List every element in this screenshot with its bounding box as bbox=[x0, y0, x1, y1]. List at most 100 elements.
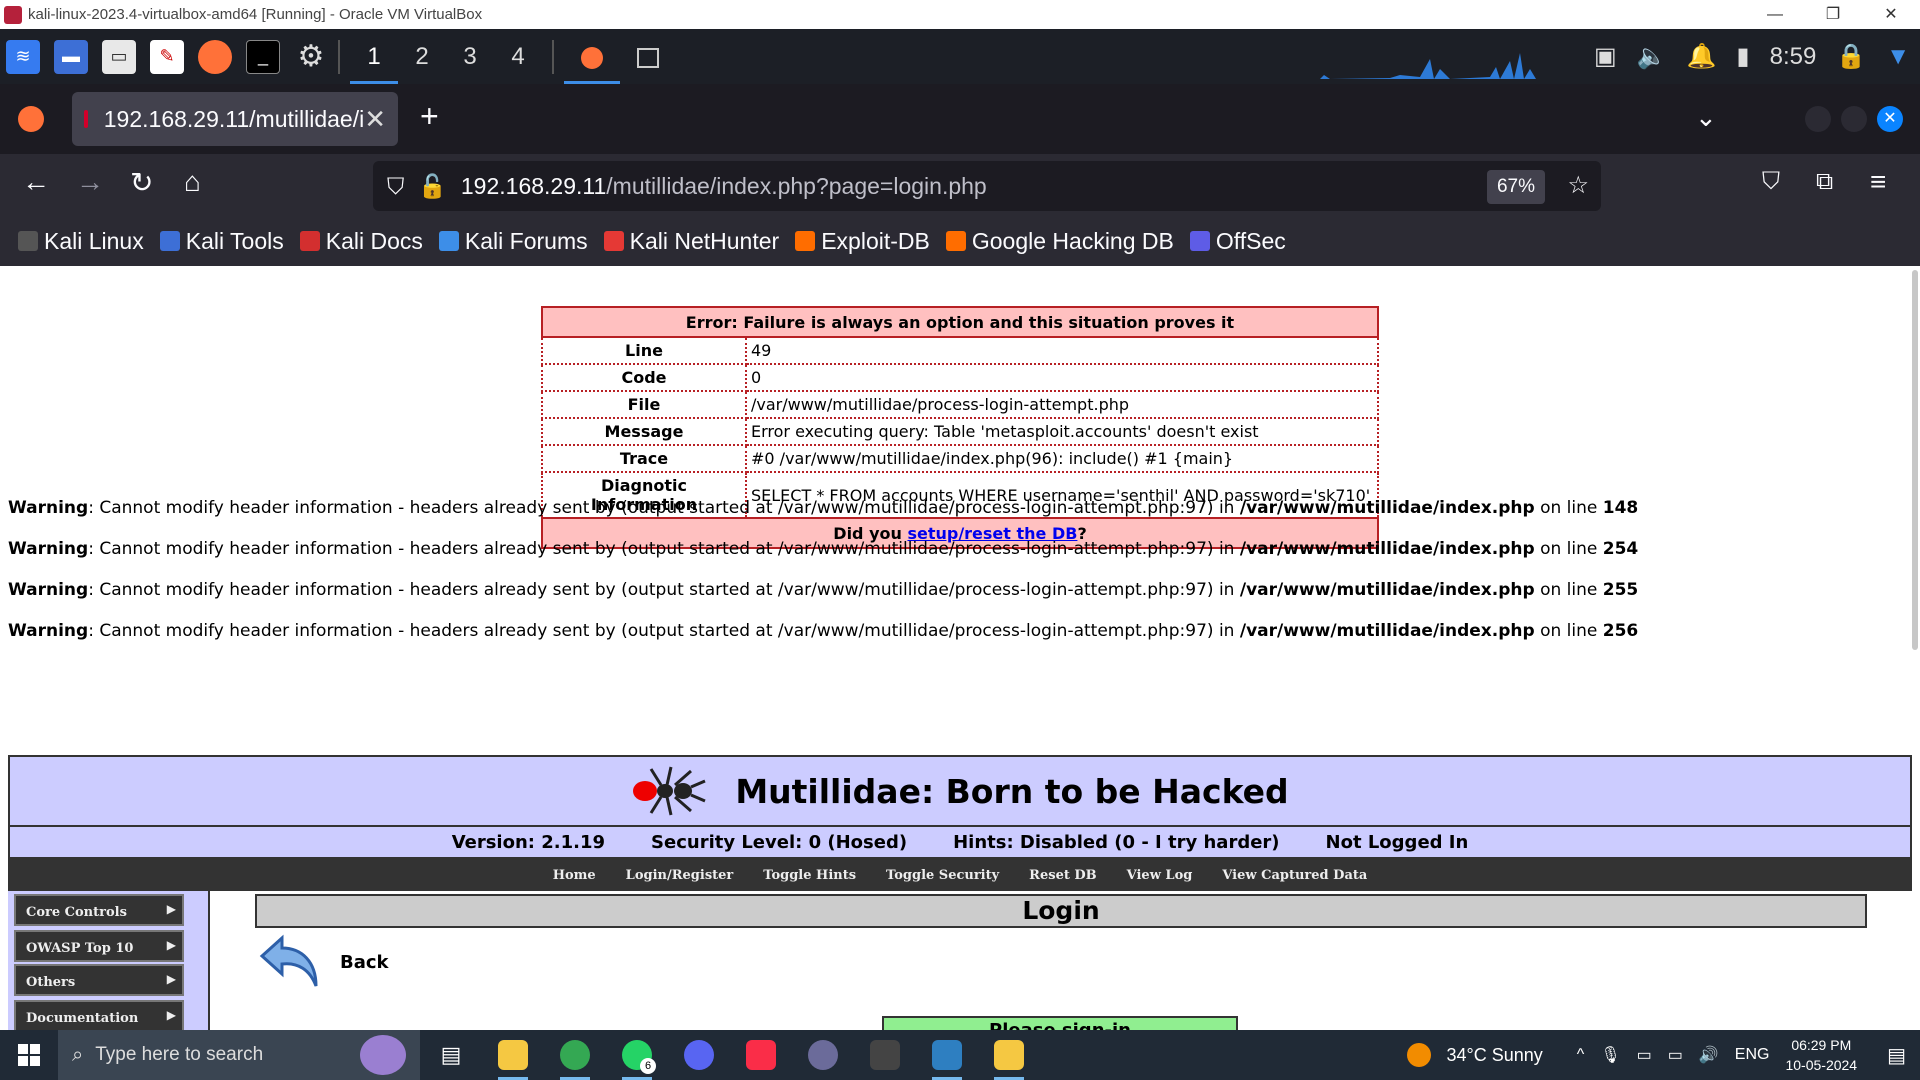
ghdb-icon bbox=[945, 231, 966, 251]
notifications-bell-icon[interactable]: 🔔 bbox=[1687, 42, 1717, 71]
taskbar-sticky-folder[interactable] bbox=[978, 1030, 1040, 1080]
battery-icon[interactable]: ▭ bbox=[1637, 1045, 1652, 1065]
taskbar-chrome[interactable] bbox=[544, 1030, 606, 1080]
side-item-documentation[interactable]: Documentation ▶ bbox=[14, 1000, 184, 1030]
insecure-lock-icon[interactable]: 🔓 bbox=[418, 173, 447, 200]
discord-icon bbox=[684, 1040, 714, 1070]
taskbar-app-swirl[interactable] bbox=[792, 1030, 854, 1080]
display-icon[interactable]: ▣ bbox=[1594, 42, 1617, 71]
show-desktop-icon[interactable]: ▬ bbox=[54, 39, 88, 74]
forward-arrow-icon[interactable]: → bbox=[76, 166, 104, 198]
battery-icon[interactable]: ▮ bbox=[1736, 42, 1749, 71]
task-view-button[interactable]: ▤ bbox=[420, 1030, 482, 1080]
microphone-icon[interactable]: 🎙 bbox=[1600, 1045, 1620, 1065]
language-indicator[interactable]: ENG bbox=[1735, 1046, 1770, 1064]
workspace-1[interactable]: 1 bbox=[350, 29, 398, 84]
taskbar-app-hex[interactable] bbox=[854, 1030, 916, 1080]
bookmark-kali-forums[interactable]: Kali Forums bbox=[438, 228, 588, 255]
network-icon[interactable]: ▭ bbox=[1668, 1045, 1683, 1065]
bookmark-kali-tools[interactable]: Kali Tools bbox=[159, 228, 284, 255]
close-window-button[interactable]: ✕ bbox=[1862, 0, 1920, 29]
panel-clock[interactable]: 8:59 bbox=[1770, 43, 1817, 71]
pocket-icon[interactable]: ⛉ bbox=[1762, 168, 1780, 196]
side-item-owasp-top-10[interactable]: OWASP Top 10 ▶ bbox=[14, 930, 184, 962]
firefox-window-button[interactable] bbox=[564, 29, 620, 84]
settings-gear-icon[interactable]: ⚙ bbox=[294, 40, 328, 74]
text-editor-icon[interactable]: ✎ bbox=[150, 39, 184, 74]
submenu-arrow-icon: ▶ bbox=[166, 972, 176, 986]
lock-icon[interactable]: 🔒 bbox=[1836, 42, 1866, 71]
minimize-button[interactable]: — bbox=[1746, 0, 1804, 29]
extensions-icon[interactable]: ⧉ bbox=[1816, 168, 1833, 196]
reload-icon[interactable]: ↻ bbox=[130, 166, 153, 199]
kali-menu-icon[interactable]: ≋ bbox=[6, 39, 40, 74]
login-page-title: Login bbox=[255, 894, 1867, 928]
minimize-browser-button[interactable] bbox=[1805, 106, 1831, 132]
status-bar: Version: 2.1.19 Security Level: 0 (Hosed… bbox=[8, 827, 1912, 859]
side-item-others[interactable]: Others ▶ bbox=[14, 964, 184, 996]
bookmark-exploit-db[interactable]: Exploit-DB bbox=[795, 228, 930, 255]
workspace-3[interactable]: 3 bbox=[446, 29, 494, 84]
maximize-browser-button[interactable] bbox=[1841, 106, 1867, 132]
menu-view-log[interactable]: View Log bbox=[1127, 868, 1193, 883]
side-item-core-controls[interactable]: Core Controls ▶ bbox=[14, 894, 184, 926]
new-tab-button[interactable]: + bbox=[420, 98, 439, 135]
zoom-level-button[interactable]: 67% bbox=[1486, 170, 1545, 204]
nethunter-icon bbox=[603, 231, 624, 251]
back-label: Back bbox=[340, 951, 389, 973]
workspace-4[interactable]: 4 bbox=[494, 29, 542, 84]
home-icon[interactable]: ⌂ bbox=[184, 166, 201, 198]
chrome-icon bbox=[560, 1040, 590, 1070]
bookmark-star-icon[interactable]: ☆ bbox=[1567, 171, 1589, 200]
tracking-protection-shield-icon[interactable]: ⛉ bbox=[387, 173, 404, 200]
file-explorer-icon bbox=[498, 1040, 528, 1070]
taskbar-file-explorer[interactable] bbox=[482, 1030, 544, 1080]
bookmark-kali-docs[interactable]: Kali Docs bbox=[299, 228, 423, 255]
restore-button[interactable]: ❐ bbox=[1804, 0, 1862, 29]
back-button[interactable]: Back bbox=[258, 932, 389, 992]
menu-toggle-security[interactable]: Toggle Security bbox=[886, 868, 999, 883]
app-menu-hamburger-icon[interactable]: ≡ bbox=[1870, 166, 1886, 198]
weather-sun-icon[interactable] bbox=[1406, 1043, 1431, 1067]
taskbar-virtualbox[interactable] bbox=[916, 1030, 978, 1080]
menu-login-register[interactable]: Login/Register bbox=[626, 868, 734, 883]
kali-docs-icon bbox=[299, 231, 320, 251]
weather-text[interactable]: 34°C Sunny bbox=[1447, 1045, 1543, 1066]
url-bar[interactable]: ⛉ 🔓 192.168.29.11/mutillidae/index.php?p… bbox=[373, 161, 1601, 211]
windows-start-button[interactable] bbox=[0, 1030, 58, 1080]
taskbar-search-box[interactable]: ⌕ Type here to search bbox=[58, 1030, 420, 1080]
firefox-launcher-icon[interactable] bbox=[198, 39, 232, 74]
action-center-icon[interactable]: ▤ bbox=[1887, 1043, 1906, 1068]
error-row: Code 0 bbox=[541, 363, 1379, 392]
bookmark-kali-nethunter[interactable]: Kali NetHunter bbox=[603, 228, 779, 255]
taskbar-itunes[interactable] bbox=[730, 1030, 792, 1080]
file-manager-icon[interactable]: ▭ bbox=[102, 39, 136, 74]
speaker-icon[interactable]: 🔊 bbox=[1699, 1045, 1719, 1065]
bookmark-google-hacking-db[interactable]: Google Hacking DB bbox=[945, 228, 1174, 255]
menu-toggle-hints[interactable]: Toggle Hints bbox=[763, 868, 856, 883]
security-level-label: Security Level: 0 (Hosed) bbox=[651, 831, 908, 853]
taskbar-clock[interactable]: 06:29 PM 10-05-2024 bbox=[1785, 1035, 1857, 1075]
list-all-tabs-chevron-icon[interactable]: ⌄ bbox=[1695, 102, 1717, 133]
power-menu-icon[interactable]: ▼ bbox=[1886, 43, 1910, 71]
back-arrow-icon[interactable]: ← bbox=[22, 166, 50, 198]
menu-reset-db[interactable]: Reset DB bbox=[1029, 868, 1096, 883]
bookmark-kali-linux[interactable]: Kali Linux bbox=[18, 228, 144, 255]
page-scrollbar[interactable] bbox=[1912, 270, 1918, 650]
firefox-view-icon[interactable] bbox=[18, 106, 44, 132]
browser-tab[interactable]: 192.168.29.11/mutillidae/i ✕ bbox=[72, 92, 398, 146]
taskbar-whatsapp[interactable]: 6 bbox=[606, 1030, 668, 1080]
swirl-app-icon bbox=[808, 1040, 838, 1070]
volume-icon[interactable]: 🔈 bbox=[1637, 42, 1667, 71]
taskbar-discord[interactable] bbox=[668, 1030, 730, 1080]
terminal-window-button[interactable] bbox=[620, 29, 676, 84]
menu-home[interactable]: Home bbox=[553, 868, 596, 883]
workspace-2[interactable]: 2 bbox=[398, 29, 446, 84]
bookmark-offsec[interactable]: OffSec bbox=[1189, 228, 1286, 255]
window-title: kali-linux-2023.4-virtualbox-amd64 [Runn… bbox=[28, 6, 483, 23]
close-browser-button[interactable]: ✕ bbox=[1877, 106, 1903, 132]
close-tab-icon[interactable]: ✕ bbox=[364, 104, 386, 135]
terminal-icon[interactable]: _ bbox=[246, 39, 280, 74]
show-hidden-icons-chevron-icon[interactable]: ^ bbox=[1577, 1046, 1585, 1064]
menu-view-captured-data[interactable]: View Captured Data bbox=[1222, 868, 1367, 883]
